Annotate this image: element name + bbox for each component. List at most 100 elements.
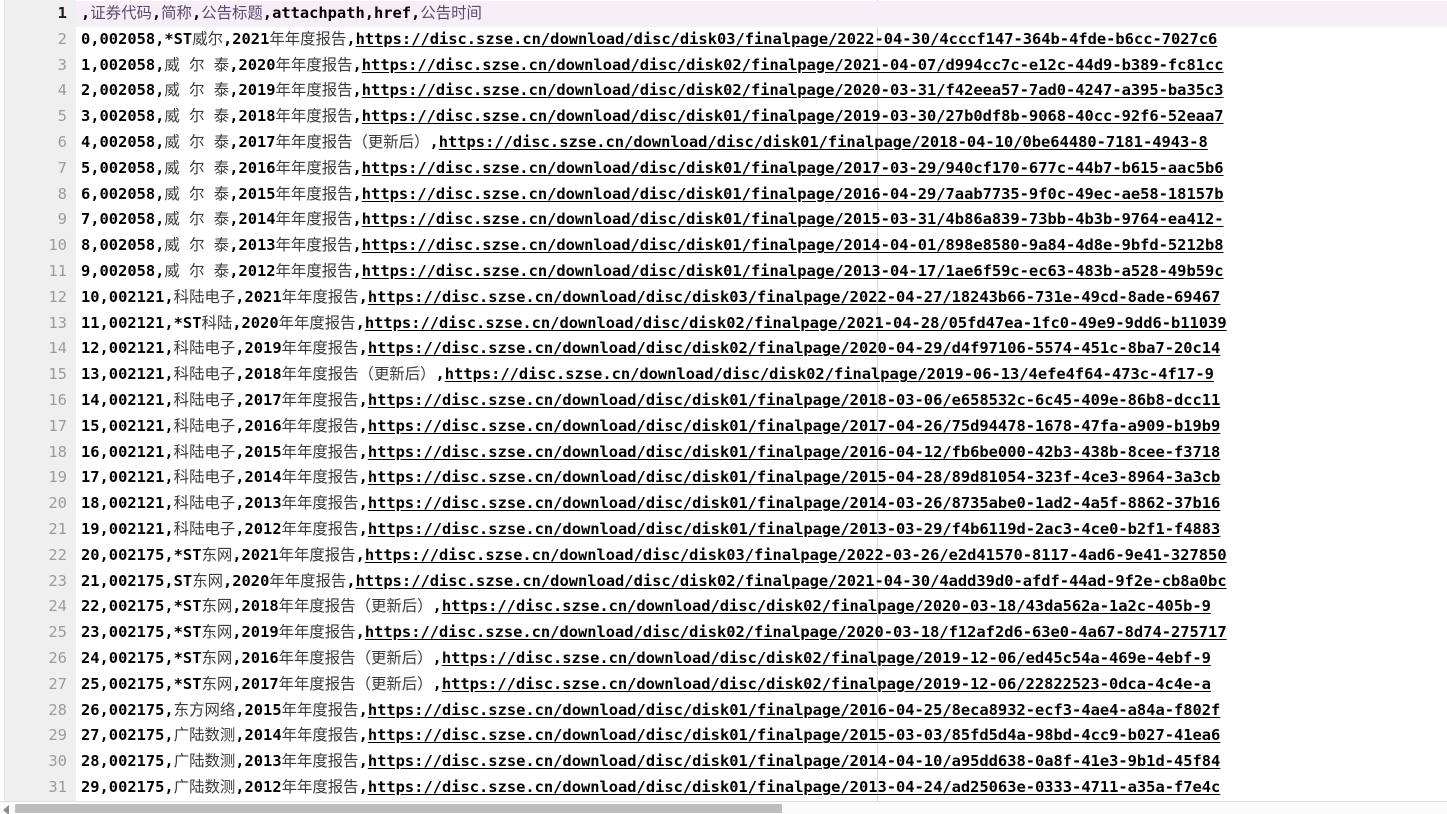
url-link[interactable]: https://disc.szse.cn/download/disc/disk0… <box>368 752 1220 770</box>
ascii-text-run <box>180 185 189 203</box>
code-line[interactable]: 0,002058,*ST威尔,2021年年度报告,https://disc.sz… <box>76 27 1217 53</box>
ascii-text-run: ,2019 <box>229 81 276 100</box>
url-link[interactable]: https://disc.szse.cn/download/disc/disk0… <box>368 726 1220 744</box>
code-line[interactable]: 24,002175,*ST东网,2016年年度报告（更新后）,https://d… <box>76 646 1211 672</box>
code-line[interactable]: 11,002121,*ST科陆,2020年年度报告,https://disc.s… <box>76 311 1227 337</box>
code-line[interactable]: 20,002175,*ST东网,2021年年度报告,https://disc.s… <box>76 543 1227 569</box>
line-number: 31 <box>48 778 67 796</box>
ascii-text-run: , <box>151 4 162 22</box>
url-link[interactable]: https://disc.szse.cn/download/disc/disk0… <box>368 288 1220 306</box>
ascii-text-run: 14,002121, <box>81 391 174 409</box>
ascii-text-run: ,2015 <box>229 184 276 203</box>
code-line[interactable]: 17,002121,科陆电子,2014年年度报告,https://disc.sz… <box>76 465 1220 491</box>
url-link[interactable]: https://disc.szse.cn/download/disc/disk0… <box>356 30 1218 48</box>
url-link[interactable]: https://disc.szse.cn/download/disc/disk0… <box>368 443 1220 461</box>
url-link[interactable]: https://disc.szse.cn/download/disc/disk0… <box>442 675 1211 693</box>
url-link[interactable]: https://disc.szse.cn/download/disc/disk0… <box>362 236 1224 254</box>
code-line[interactable]: 18,002121,科陆电子,2013年年度报告,https://disc.sz… <box>76 491 1220 517</box>
code-line[interactable]: 4,002058,威 尔 泰,2017年年度报告（更新后）,https://di… <box>76 130 1208 156</box>
url-link[interactable]: https://disc.szse.cn/download/disc/disk0… <box>368 520 1220 538</box>
triangle-left-icon[interactable] <box>0 802 14 814</box>
cjk-text-run: 年年度报告 <box>281 726 359 745</box>
url-link[interactable]: https://disc.szse.cn/download/disc/disk0… <box>439 133 1208 151</box>
ascii-text-run: ,2015 <box>235 700 282 719</box>
code-line[interactable]: 16,002121,科陆电子,2015年年度报告,https://disc.sz… <box>76 440 1220 466</box>
code-line[interactable]: 7,002058,威 尔 泰,2014年年度报告,https://disc.sz… <box>76 207 1224 233</box>
code-line[interactable]: 5,002058,威 尔 泰,2016年年度报告,https://disc.sz… <box>76 156 1224 182</box>
url-link[interactable]: https://disc.szse.cn/download/disc/disk0… <box>442 649 1211 667</box>
code-line[interactable]: 21,002175,ST东网,2020年年度报告,https://disc.sz… <box>76 569 1227 595</box>
url-link[interactable]: https://disc.szse.cn/download/disc/disk0… <box>368 701 1220 719</box>
line-number: 20 <box>48 494 67 513</box>
cjk-text-run: 年年度报告 <box>269 29 347 48</box>
ascii-text-run: 22,002175,*ST <box>81 597 202 616</box>
url-link[interactable]: https://disc.szse.cn/download/disc/disk0… <box>368 391 1220 409</box>
ascii-text-run: https://disc.szse.cn/download/disc/disk0… <box>441 649 1211 667</box>
code-line[interactable]: 6,002058,威 尔 泰,2015年年度报告,https://disc.sz… <box>76 182 1224 208</box>
url-link[interactable]: https://disc.szse.cn/download/disc/disk0… <box>362 81 1224 99</box>
url-link[interactable]: https://disc.szse.cn/download/disc/disk0… <box>365 546 1227 564</box>
url-link[interactable]: https://disc.szse.cn/download/disc/disk0… <box>365 314 1227 332</box>
code-line[interactable]: 2,002058,威 尔 泰,2019年年度报告,https://disc.sz… <box>76 78 1224 104</box>
ascii-text-run: 18,002121, <box>81 494 174 513</box>
url-link[interactable]: https://disc.szse.cn/download/disc/disk0… <box>356 572 1227 590</box>
code-line[interactable]: 25,002175,*ST东网,2017年年度报告（更新后）,https://d… <box>76 672 1211 698</box>
line-number: 8 <box>57 184 67 203</box>
code-line[interactable]: 14,002121,科陆电子,2017年年度报告,https://disc.sz… <box>76 388 1220 414</box>
url-link[interactable]: https://disc.szse.cn/download/disc/disk0… <box>362 159 1224 177</box>
ascii-text-run <box>180 159 189 177</box>
horizontal-scrollbar-thumb[interactable] <box>15 804 782 813</box>
cjk-text-run: 年年度报告 <box>281 442 359 461</box>
code-line[interactable]: 29,002175,广陆数测,2012年年度报告,https://disc.sz… <box>76 775 1220 801</box>
horizontal-scrollbar[interactable] <box>0 801 1447 814</box>
code-line[interactable]: 22,002175,*ST东网,2018年年度报告（更新后）,https://d… <box>76 594 1211 620</box>
cjk-text-run: 东方网络 <box>173 700 236 719</box>
url-link[interactable]: https://disc.szse.cn/download/disc/disk0… <box>362 210 1224 228</box>
code-line[interactable]: 15,002121,科陆电子,2016年年度报告,https://disc.sz… <box>76 414 1220 440</box>
ascii-text-run: , <box>352 184 362 203</box>
ascii-text-run: 16,002121, <box>81 442 174 461</box>
code-line[interactable]: 13,002121,科陆电子,2018年年度报告（更新后）,https://di… <box>76 362 1214 388</box>
code-line[interactable]: ,证券代码,简称,公告标题,attachpath,href,公告时间 <box>76 1 1447 27</box>
code-line[interactable]: 19,002121,科陆电子,2012年年度报告,https://disc.sz… <box>76 517 1220 543</box>
url-link[interactable]: https://disc.szse.cn/download/disc/disk0… <box>362 56 1224 74</box>
code-line[interactable]: 10,002121,科陆电子,2021年年度报告,https://disc.sz… <box>76 285 1220 311</box>
url-link[interactable]: https://disc.szse.cn/download/disc/disk0… <box>368 778 1220 796</box>
code-line[interactable]: 9,002058,威 尔 泰,2012年年度报告,https://disc.sz… <box>76 259 1224 285</box>
url-link[interactable]: https://disc.szse.cn/download/disc/disk0… <box>365 623 1227 641</box>
ascii-text-run: 5,002058, <box>81 158 165 177</box>
url-link[interactable]: https://disc.szse.cn/download/disc/disk0… <box>445 365 1214 383</box>
url-link[interactable]: https://disc.szse.cn/download/disc/disk0… <box>368 417 1220 435</box>
line-number: 19 <box>48 468 67 487</box>
url-link[interactable]: https://disc.szse.cn/download/disc/disk0… <box>368 494 1220 512</box>
code-line[interactable]: 8,002058,威 尔 泰,2013年年度报告,https://disc.sz… <box>76 233 1224 259</box>
code-line[interactable]: 28,002175,广陆数测,2013年年度报告,https://disc.sz… <box>76 749 1220 775</box>
code-line[interactable]: 1,002058,威 尔 泰,2020年年度报告,https://disc.sz… <box>76 53 1224 79</box>
cjk-text-run: 威 <box>164 133 180 151</box>
ascii-text-run: ,2013 <box>235 494 282 513</box>
url-link[interactable]: https://disc.szse.cn/download/disc/disk0… <box>368 339 1220 357</box>
url-link[interactable]: https://disc.szse.cn/download/disc/disk0… <box>362 262 1224 280</box>
cjk-text-run: 简称 <box>161 4 192 22</box>
code-line[interactable]: 23,002175,*ST东网,2019年年度报告,https://disc.s… <box>76 620 1227 646</box>
url-link[interactable]: https://disc.szse.cn/download/disc/disk0… <box>362 107 1224 125</box>
ascii-text-run: https://disc.szse.cn/download/disc/disk0… <box>367 287 1221 306</box>
ascii-text-run: 27,002175, <box>81 726 174 745</box>
ascii-text-run: https://disc.szse.cn/download/disc/disk0… <box>367 391 1221 409</box>
code-line[interactable]: 27,002175,广陆数测,2014年年度报告,https://disc.sz… <box>76 723 1220 749</box>
code-content-area[interactable]: ,证券代码,简称,公告标题,attachpath,href,公告时间 0,0020… <box>76 0 1447 801</box>
code-line[interactable]: 26,002175,东方网络,2015年年度报告,https://disc.sz… <box>76 698 1220 724</box>
code-line[interactable]: 12,002121,科陆电子,2019年年度报告,https://disc.sz… <box>76 336 1220 362</box>
ascii-text-run: ,2019 <box>232 623 279 642</box>
line-number: 22 <box>48 545 67 564</box>
cjk-text-run: 年年度报告 <box>281 391 359 409</box>
url-link[interactable]: https://disc.szse.cn/download/disc/disk0… <box>362 185 1224 203</box>
code-line[interactable]: 3,002058,威 尔 泰,2018年年度报告,https://disc.sz… <box>76 104 1224 130</box>
ascii-text-run: https://disc.szse.cn/download/disc/disk0… <box>361 210 1224 229</box>
url-link[interactable]: https://disc.szse.cn/download/disc/disk0… <box>368 468 1220 486</box>
url-link[interactable]: https://disc.szse.cn/download/disc/disk0… <box>442 597 1211 615</box>
ascii-text-run <box>205 56 214 74</box>
cjk-text-run: 年年度报告 <box>281 287 359 306</box>
ascii-text-run: , <box>358 520 368 538</box>
line-number: 13 <box>48 313 67 332</box>
